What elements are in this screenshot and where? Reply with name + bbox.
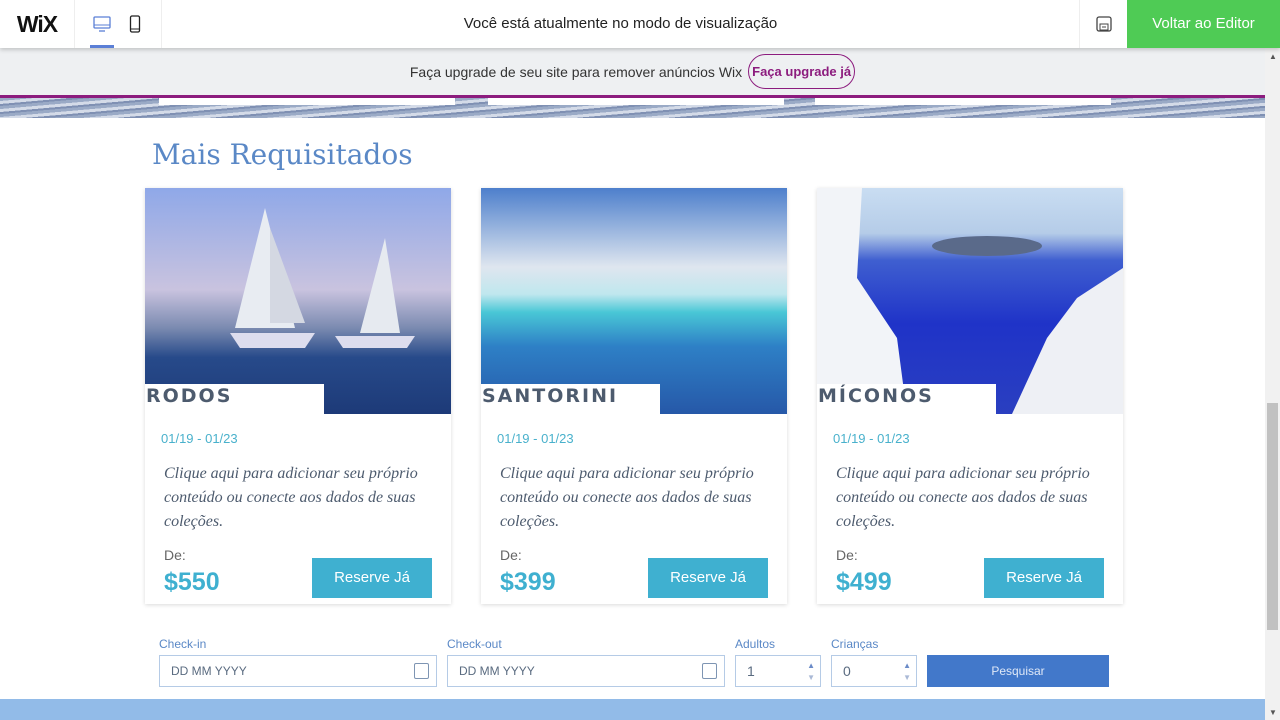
book-now-button[interactable]: Reserve Já [312,558,432,598]
device-switcher [75,0,162,48]
destination-description[interactable]: Clique aqui para adicionar seu próprio c… [164,462,434,534]
save-icon [1095,16,1112,32]
stepper-arrows-icon[interactable]: ▲ ▼ [903,660,911,684]
checkin-placeholder: DD MM YYYY [171,664,247,678]
section-heading: Mais Requisitados [152,138,413,171]
checkout-placeholder: DD MM YYYY [459,664,535,678]
strip-box [815,98,1111,105]
children-value: 0 [843,663,851,679]
infinity-pool-image[interactable] [481,188,787,414]
strip-box [488,98,784,105]
checkout-input[interactable]: DD MM YYYY [447,655,725,687]
checkin-input[interactable]: DD MM YYYY [159,655,437,687]
scroll-up-icon[interactable]: ▲ [1269,52,1277,61]
price: $550 [164,568,220,596]
scrollbar-thumb[interactable] [1267,403,1278,630]
white-buildings-icon [817,188,1123,414]
sailboats-image[interactable] [145,188,451,414]
trip-dates: 01/19 - 01/23 [497,431,574,446]
aegean-view-image[interactable] [817,188,1123,414]
stepper-arrows-icon[interactable]: ▲ ▼ [807,660,815,684]
adults-stepper[interactable]: 1 ▲ ▼ [735,655,821,687]
active-device-indicator [90,45,114,48]
calendar-icon[interactable] [414,663,429,679]
wix-logo[interactable]: WiX [0,0,75,48]
checkout-label: Check-out [447,637,502,651]
checkin-label: Check-in [159,637,207,651]
mobile-icon[interactable] [129,15,141,33]
footer-strip [0,699,1265,720]
book-now-button[interactable]: Reserve Já [648,558,768,598]
save-button[interactable] [1079,0,1127,48]
price-from-label: De: [164,547,186,563]
destination-card: MÍCONOS 01/19 - 01/23 Clique aqui para a… [817,188,1123,604]
preview-topbar: WiX Você está atualmente no modo de visu… [0,0,1280,48]
children-label: Crianças [831,637,879,651]
upgrade-banner: Faça upgrade de seu site para remover an… [0,48,1265,95]
destination-name: RODOS [145,384,324,414]
preview-mode-message: Você está atualmente no modo de visualiz… [463,15,778,32]
back-to-editor-button[interactable]: Voltar ao Editor [1127,0,1280,48]
search-button[interactable]: Pesquisar [927,655,1109,687]
price-from-label: De: [836,547,858,563]
price: $499 [836,568,892,596]
upgrade-text: Faça upgrade de seu site para remover an… [409,63,743,80]
price-from-label: De: [500,547,522,563]
upgrade-button[interactable]: Faça upgrade já [748,54,856,89]
strip-box [159,98,455,105]
adults-label: Adultos [735,637,776,651]
destination-name: SANTORINI [481,384,660,414]
price: $399 [500,568,556,596]
desktop-icon[interactable] [93,15,111,33]
children-stepper[interactable]: 0 ▲ ▼ [831,655,917,687]
sailboat-icon [230,208,415,348]
destination-description[interactable]: Clique aqui para adicionar seu próprio c… [500,462,770,534]
destination-card: SANTORINI 01/19 - 01/23 Clique aqui para… [481,188,787,604]
scrollbar[interactable]: ▲ ▼ [1265,48,1280,720]
destination-description[interactable]: Clique aqui para adicionar seu próprio c… [836,462,1106,534]
calendar-icon[interactable] [702,663,717,679]
book-now-button[interactable]: Reserve Já [984,558,1104,598]
adults-value: 1 [747,663,755,679]
destination-card: RODOS 01/19 - 01/23 Clique aqui para adi… [145,188,451,604]
scroll-down-icon[interactable]: ▼ [1269,708,1277,717]
trip-dates: 01/19 - 01/23 [161,431,238,446]
trip-dates: 01/19 - 01/23 [833,431,910,446]
destination-name: MÍCONOS [817,384,996,414]
